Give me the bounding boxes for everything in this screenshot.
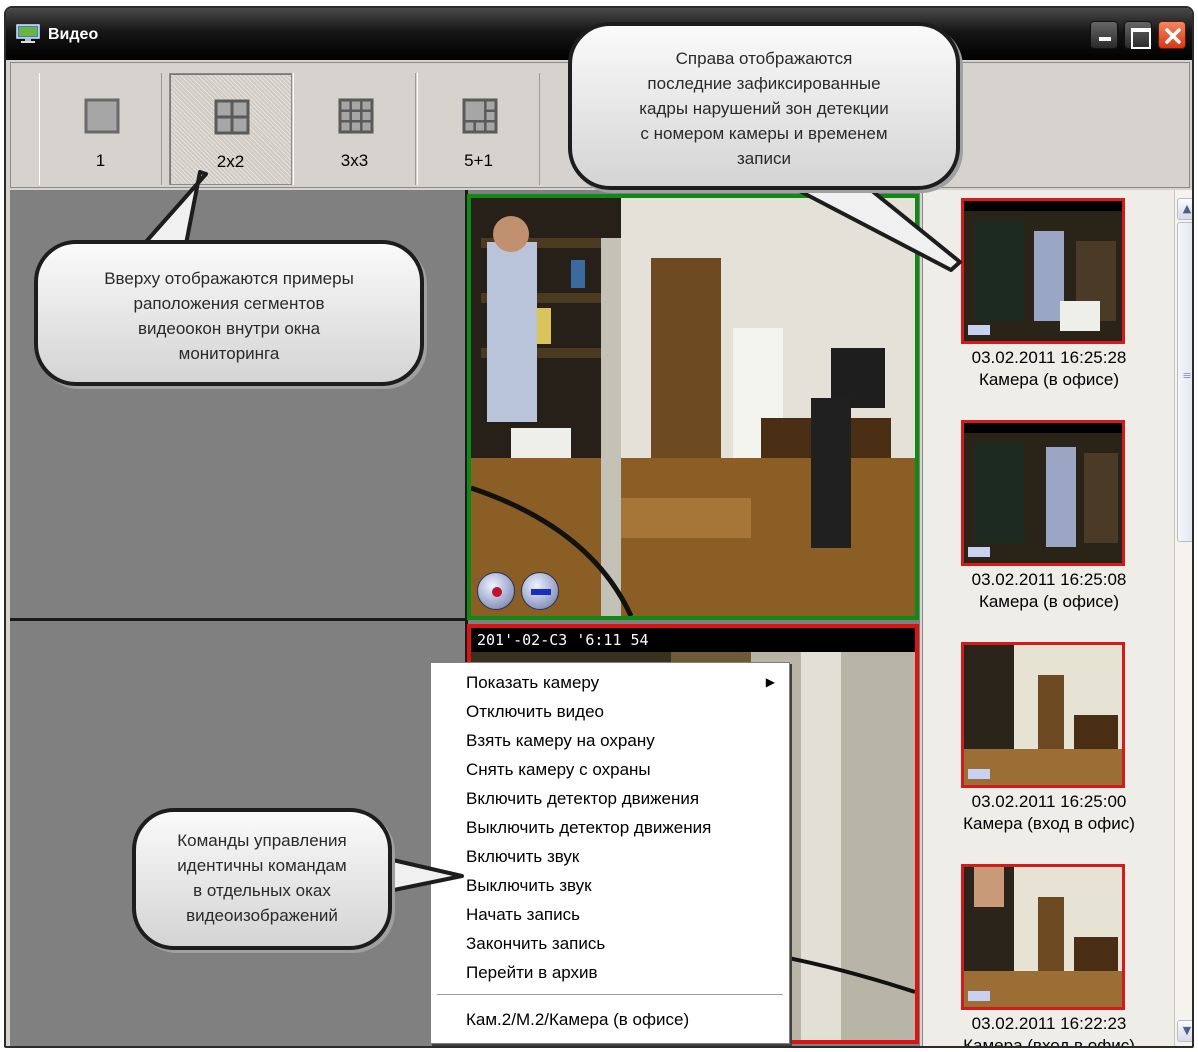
context-menu: Показать камеру ▶ Отключить видео Взять …	[430, 662, 790, 1044]
menu-item-label: Выключить детектор движения	[466, 818, 712, 837]
video-timestamp: 201'-02-C3 '6:11 54	[471, 628, 915, 652]
callout-line: раположения сегментов	[133, 294, 325, 313]
thumbnail-date: 03.02.2011 16:25:08	[971, 570, 1127, 589]
callout-line: кадры нарушений зон детекции	[639, 99, 889, 118]
menu-item-label: Перейти в архив	[466, 963, 598, 982]
detection-thumbnail-1[interactable]: 03.02.2011 16:25:28 Камера (в офисе)	[923, 190, 1175, 410]
thumbnail-frame	[961, 198, 1125, 344]
callout-detections: Справа отображаются последние зафиксиров…	[568, 22, 960, 190]
menu-item-label: Включить детектор движения	[466, 789, 700, 808]
window-title: Видео	[48, 26, 99, 43]
callout-line: видеоизображений	[186, 906, 338, 925]
layout-1-label: 1	[95, 151, 106, 170]
thumbnail-frame	[961, 642, 1125, 788]
close-icon	[1165, 28, 1181, 44]
menu-item-label: Выключить звук	[466, 876, 592, 895]
callout-layouts: Вверху отображаются примеры раположения …	[34, 240, 424, 386]
menu-separator	[437, 994, 783, 996]
layout-5plus1-label: 5+1	[464, 151, 493, 170]
camera-image	[471, 198, 915, 616]
menu-item-show-camera[interactable]: Показать камеру ▶	[431, 669, 789, 698]
thumbnail-date: 03.02.2011 16:22:23	[971, 1014, 1127, 1033]
grid-2x2-icon	[214, 99, 250, 135]
detection-thumbnail-2[interactable]: 03.02.2011 16:25:08 Камера (в офисе)	[923, 412, 1175, 632]
video-segment-active[interactable]	[467, 194, 919, 620]
thumbnail-date: 03.02.2011 16:25:28	[971, 348, 1127, 367]
thumbnail-frame	[961, 420, 1125, 566]
menu-item-camera-path[interactable]: Кам.2/М.2/Камера (в офисе)	[431, 1006, 789, 1035]
callout-line: идентичны командам	[177, 856, 347, 875]
menu-item-disable-video[interactable]: Отключить видео	[431, 698, 789, 727]
menu-item-disable-sound[interactable]: Выключить звук	[431, 872, 789, 901]
layout-2x2-button[interactable]: 2x2	[169, 73, 292, 185]
callout-line: записи	[737, 149, 791, 168]
grid-divider-horizontal	[10, 618, 465, 621]
menu-item-label: Включить звук	[466, 847, 580, 866]
detector-icon[interactable]	[521, 572, 559, 610]
callout-line: в отдельных оках	[193, 881, 331, 900]
thumbnail-frame	[961, 864, 1125, 1010]
callout-line: Справа отображаются	[675, 49, 853, 68]
menu-item-stop-recording[interactable]: Закончить запись	[431, 930, 789, 959]
thumbnail-camera: Камера (в офисе)	[978, 592, 1120, 611]
menu-item-label: Начать запись	[466, 905, 580, 924]
thumbnail-camera: Камера (вход в офис)	[963, 814, 1135, 833]
menu-item-start-recording[interactable]: Начать запись	[431, 901, 789, 930]
callout-commands: Команды управления идентичны командам в …	[132, 808, 392, 950]
layout-1-button[interactable]: 1	[39, 73, 162, 185]
scroll-down-button[interactable]: ▼	[1177, 1020, 1192, 1042]
callout-line: последние зафиксированные	[647, 74, 881, 93]
detection-thumbnail-3[interactable]: 03.02.2011 16:25:00 Камера (вход в офис)	[923, 634, 1175, 854]
callout-line: мониторинга	[178, 344, 280, 363]
scroll-thumb[interactable]: ≡	[1177, 222, 1192, 542]
single-grid-icon	[84, 98, 120, 134]
detections-panel[interactable]: 03.02.2011 16:25:28 Камера (в офисе) 03.…	[922, 190, 1175, 1048]
layout-5plus1-button[interactable]: 5+1	[417, 73, 540, 185]
menu-item-label: Показать камеру	[466, 673, 600, 692]
menu-item-label: Закончить запись	[466, 934, 606, 953]
layout-3x3-button[interactable]: 3x3	[293, 73, 416, 185]
callout-line: с номером камеры и временем	[640, 124, 888, 143]
menu-item-label: Взять камеру на охрану	[466, 731, 655, 750]
thumbnail-camera: Камера (вход в офис)	[963, 1036, 1135, 1048]
menu-item-disarm-camera[interactable]: Снять камеру с охраны	[431, 756, 789, 785]
grid-3x3-icon	[338, 98, 374, 134]
thumbnail-camera: Камера (в офисе)	[978, 370, 1120, 389]
scroll-up-button[interactable]: ▲	[1177, 198, 1192, 220]
close-button[interactable]	[1158, 21, 1186, 49]
menu-item-go-to-archive[interactable]: Перейти в архив	[431, 959, 789, 988]
callout-line: Вверху отображаются примеры	[104, 269, 354, 288]
menu-item-enable-sound[interactable]: Включить звук	[431, 843, 789, 872]
menu-item-label: Кам.2/М.2/Камера (в офисе)	[466, 1010, 690, 1029]
callout-line: Команды управления	[177, 831, 347, 850]
menu-item-enable-motion-detector[interactable]: Включить детектор движения	[431, 785, 789, 814]
submenu-arrow-icon: ▶	[765, 675, 775, 689]
menu-item-arm-camera[interactable]: Взять камеру на охрану	[431, 727, 789, 756]
minimize-button[interactable]	[1090, 21, 1118, 49]
layout-3x3-label: 3x3	[340, 151, 369, 170]
thumbnail-date: 03.02.2011 16:25:00	[971, 792, 1127, 811]
grid-5plus1-icon	[462, 98, 498, 134]
menu-item-disable-motion-detector[interactable]: Выключить детектор движения	[431, 814, 789, 843]
monitor-icon	[16, 24, 40, 44]
record-icon[interactable]	[477, 572, 515, 610]
maximize-button[interactable]	[1124, 21, 1152, 49]
menu-item-label: Отключить видео	[466, 702, 605, 721]
detections-scrollbar[interactable]: ▲ ≡ ▼	[1174, 190, 1192, 1046]
layout-2x2-label: 2x2	[216, 152, 245, 171]
callout-line: видеоокон внутри окна	[137, 319, 321, 338]
menu-item-label: Снять камеру с охраны	[466, 760, 651, 779]
detection-thumbnail-4[interactable]: 03.02.2011 16:22:23 Камера (вход в офис)	[923, 856, 1175, 1048]
